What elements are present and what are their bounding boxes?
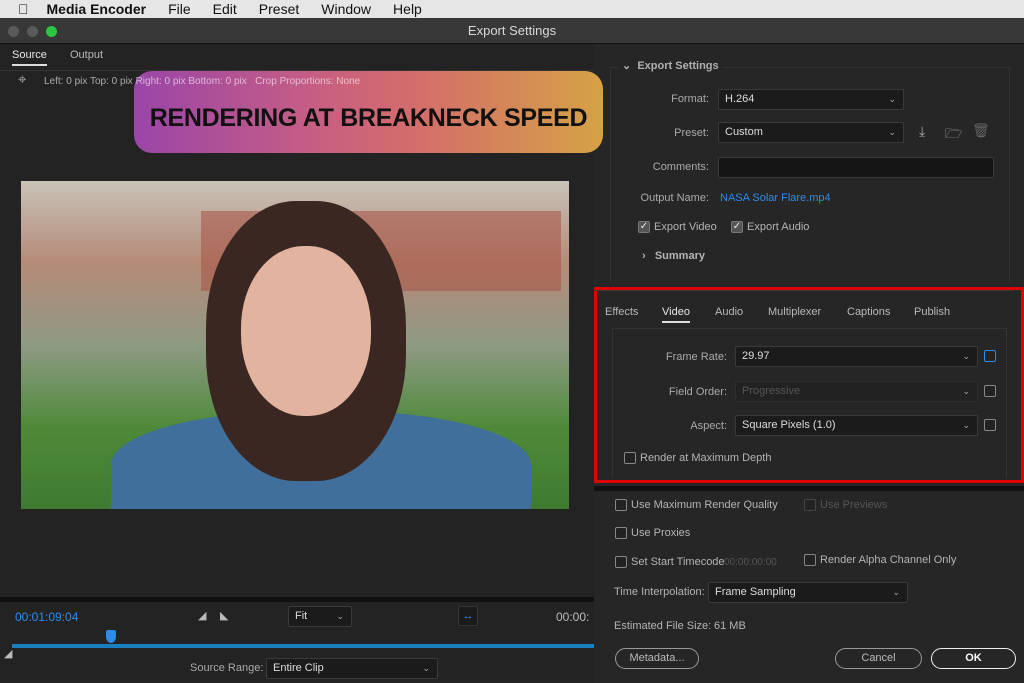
menu-bar:  Media Encoder File Edit Preset Window … [0,0,1024,18]
zoom-button[interactable] [46,26,57,37]
source-range-label: Source Range: [190,662,264,674]
start-timecode-value[interactable]: 00:00:00:00 [724,557,777,568]
aspect-label: Aspect: [690,420,727,432]
menu-edit[interactable]: Edit [213,1,237,17]
menu-help[interactable]: Help [393,1,422,17]
aspect-match-checkbox[interactable] [984,419,996,431]
window-title: Export Settings [467,23,557,38]
export-settings-header[interactable]: ⌄ Export Settings [618,59,723,72]
summary-toggle[interactable]: › Summary [642,250,705,262]
crop-icon[interactable]: ⌖ [18,71,26,88]
apple-icon[interactable]:  [18,1,29,17]
tab-publish[interactable]: Publish [914,306,950,318]
metadata-button[interactable]: Metadata... [615,648,699,669]
render-max-depth-checkbox[interactable] [624,452,636,464]
output-name-link[interactable]: NASA Solar Flare.mp4 [720,192,831,204]
end-timecode: 00:00: [556,610,590,624]
mark-out-icon[interactable]: ◣ [220,609,228,622]
export-audio-checkbox[interactable]: ✓ [731,221,743,233]
fit-icon[interactable]: ↔ [458,606,478,626]
aspect-select[interactable]: Square Pixels (1.0) ⌄ [735,415,978,436]
app-menu[interactable]: Media Encoder [47,1,147,17]
use-previews-label: Use Previews [820,499,888,511]
tab-video[interactable]: Video [662,306,690,323]
title-bar: Export Settings [0,18,1024,44]
playhead[interactable] [105,630,116,643]
tab-output[interactable]: Output [70,49,103,61]
zoom-select[interactable]: Fit ⌄ [288,606,352,627]
use-proxies-checkbox[interactable] [615,527,627,539]
export-video-checkbox[interactable]: ✓ [638,221,650,233]
close-button[interactable] [8,26,19,37]
video-preview [21,181,569,509]
time-interp-label: Time Interpolation: [614,586,705,598]
save-preset-icon[interactable]: ⤓ [919,123,925,140]
timeline-scrubber[interactable] [12,644,594,648]
field-order-match-checkbox[interactable] [984,385,996,397]
menu-window[interactable]: Window [321,1,371,17]
output-name-label: Output Name: [640,192,709,204]
file-size-value: 61 MB [714,620,746,632]
tab-effects[interactable]: Effects [605,306,638,318]
tab-captions[interactable]: Captions [847,306,890,318]
frame-rate-match-checkbox[interactable] [984,350,996,362]
render-alpha-label: Render Alpha Channel Only [820,554,957,566]
max-render-quality-label: Use Maximum Render Quality [631,499,778,511]
frame-rate-label: Frame Rate: [665,351,727,363]
time-interp-select[interactable]: Frame Sampling ⌄ [708,582,908,603]
crop-controls: Left: 0 pix Top: 0 pix Right: 0 pix Bott… [44,76,361,87]
format-select[interactable]: H.264 ⌄ [718,89,904,110]
current-timecode[interactable]: 00:01:09:04 [15,610,78,624]
start-timecode-checkbox[interactable] [615,556,627,568]
cancel-button[interactable]: Cancel [835,648,922,669]
minimize-button[interactable] [27,26,38,37]
use-proxies-label: Use Proxies [631,527,691,539]
format-label: Format: [671,93,709,105]
use-previews-checkbox[interactable] [804,499,816,511]
export-video-label: Export Video [654,221,717,233]
menu-file[interactable]: File [168,1,191,17]
tab-source[interactable]: Source [12,49,47,66]
video-settings-highlight: Effects Video Audio Multiplexer Captions… [594,287,1024,483]
tab-audio[interactable]: Audio [715,306,743,318]
export-panel: ⌄ Export Settings Format: H.264 ⌄ Preset:… [594,44,1024,683]
comments-input[interactable] [718,157,994,178]
start-timecode-label: Set Start Timecode [631,556,725,568]
tab-multiplexer[interactable]: Multiplexer [768,306,821,318]
source-range-select[interactable]: Entire Clip ⌄ [266,658,438,679]
comments-label: Comments: [652,161,709,173]
mark-in-icon[interactable]: ◢ [198,609,206,622]
field-order-label: Field Order: [668,386,727,398]
delete-preset-icon[interactable]: 🗑 [972,122,990,139]
render-alpha-checkbox[interactable] [804,554,816,566]
render-max-depth-label: Render at Maximum Depth [640,452,772,464]
file-size-label: Estimated File Size: [614,620,712,632]
ok-button[interactable]: OK [931,648,1016,669]
field-order-select[interactable]: Progressive ⌄ [735,381,978,402]
range-start-handle[interactable]: ◢ [4,647,12,660]
export-audio-label: Export Audio [747,221,810,233]
preset-label: Preset: [674,127,709,139]
preset-select[interactable]: Custom ⌄ [718,122,904,143]
frame-rate-select[interactable]: 29.97 ⌄ [735,346,978,367]
source-panel: Source Output ⌖ RENDERING AT BREAKNECK S… [0,44,603,683]
max-render-quality-checkbox[interactable] [615,499,627,511]
menu-preset[interactable]: Preset [259,1,299,17]
import-preset-icon[interactable]: 🗁 [945,123,962,147]
